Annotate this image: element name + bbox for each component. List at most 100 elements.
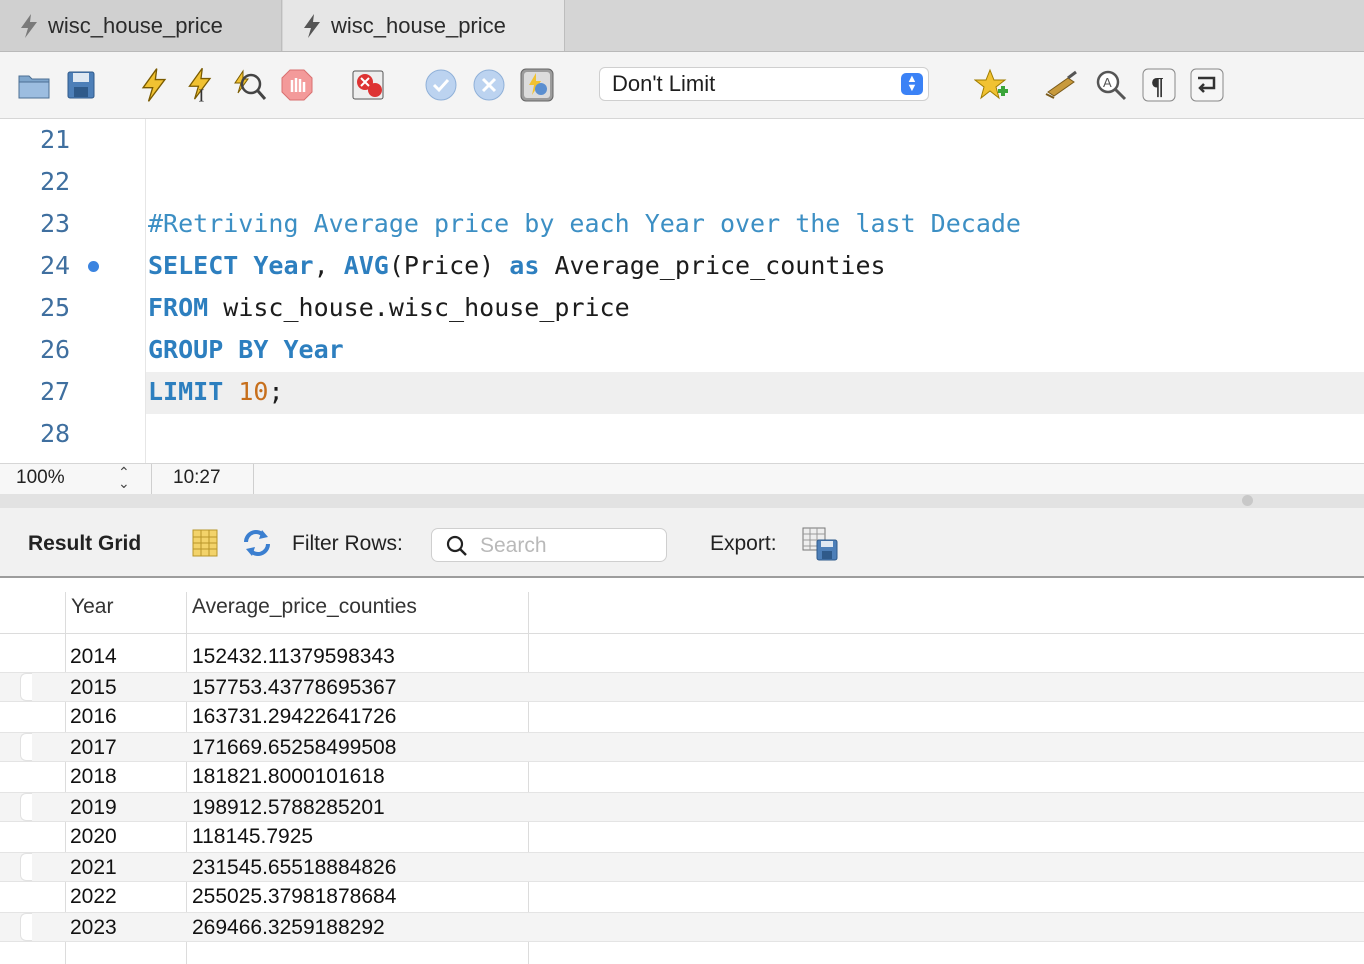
search-icon xyxy=(446,535,467,556)
sql-editor[interactable]: 21 22 23 #Retriving Average price by eac… xyxy=(0,119,1364,463)
sql-keyword: Year xyxy=(283,335,344,364)
table-row[interactable]: 2015 157753.43778695367 xyxy=(0,672,1364,702)
execute-icon[interactable] xyxy=(135,66,173,104)
line-number: 23 xyxy=(40,209,71,238)
rollback-icon[interactable] xyxy=(470,66,508,104)
row-selector[interactable] xyxy=(20,913,32,941)
find-icon[interactable]: A xyxy=(1092,66,1130,104)
table-row[interactable]: 2020 118145.7925 xyxy=(0,822,1364,852)
sql-comment: #Retriving Average price by each Year ov… xyxy=(148,209,1021,238)
toggle-error-icon[interactable] xyxy=(350,66,388,104)
tab-bar: wisc_house_price wisc_house_price xyxy=(0,0,1364,52)
row-selector[interactable] xyxy=(20,853,32,881)
cell-year[interactable]: 2015 xyxy=(70,676,117,700)
editor-line: 28 xyxy=(0,413,1364,455)
sql-keyword: GROUP BY xyxy=(148,335,269,364)
svg-text:I: I xyxy=(198,86,204,103)
line-number: 22 xyxy=(40,167,71,196)
table-row[interactable]: 2019 198912.5788285201 xyxy=(0,792,1364,822)
sql-keyword: FROM xyxy=(148,293,209,322)
cell-year[interactable]: 2017 xyxy=(70,736,117,760)
commit-icon[interactable] xyxy=(422,66,460,104)
code-text: #Retriving Average price by each Year ov… xyxy=(148,203,1021,245)
zoom-level[interactable]: 100% xyxy=(16,467,65,489)
table-row[interactable]: 2021 231545.65518884826 xyxy=(0,852,1364,882)
cell-year[interactable]: 2021 xyxy=(70,856,117,880)
column-header-average-price[interactable]: Average_price_counties xyxy=(192,595,417,619)
save-icon[interactable] xyxy=(62,66,100,104)
cell-year[interactable]: 2023 xyxy=(70,916,117,940)
wrap-icon[interactable] xyxy=(1188,66,1226,104)
cell-year[interactable]: 2020 xyxy=(70,825,117,849)
sql-text: wisc_house.wisc_house_price xyxy=(208,293,630,322)
svg-text:A: A xyxy=(1103,75,1112,90)
column-header-year[interactable]: Year xyxy=(71,595,113,619)
sql-keyword: LIMIT xyxy=(148,377,224,406)
code-text: LIMIT 10; xyxy=(148,371,284,413)
cell-average-price[interactable]: 171669.65258499508 xyxy=(192,736,396,760)
search-input[interactable] xyxy=(478,533,662,559)
cell-average-price[interactable]: 255025.37981878684 xyxy=(192,885,396,909)
open-folder-icon[interactable] xyxy=(15,66,53,104)
tab-query-2[interactable]: wisc_house_price xyxy=(283,0,565,51)
tab-label: wisc_house_price xyxy=(331,12,506,38)
limit-rows-select[interactable]: Don't Limit ▲ ▼ xyxy=(599,67,929,101)
tab-query-1[interactable]: wisc_house_price xyxy=(0,0,282,51)
sql-keyword: SELECT xyxy=(148,251,239,280)
form-view-icon[interactable] xyxy=(191,528,219,563)
table-row[interactable]: 2016 163731.29422641726 xyxy=(0,702,1364,732)
code-text: FROM wisc_house.wisc_house_price xyxy=(148,287,630,329)
row-selector[interactable] xyxy=(20,793,32,821)
invisible-chars-icon[interactable]: ¶ xyxy=(1140,66,1178,104)
table-row[interactable]: 2023 269466.3259188292 xyxy=(0,912,1364,942)
cell-average-price[interactable]: 231545.65518884826 xyxy=(192,856,396,880)
export-label: Export: xyxy=(710,532,777,555)
cell-average-price[interactable]: 163731.29422641726 xyxy=(192,705,396,729)
result-grid[interactable]: Year Average_price_counties 2014 152432.… xyxy=(0,578,1364,964)
stop-icon[interactable] xyxy=(278,66,316,104)
cell-year[interactable]: 2022 xyxy=(70,885,117,909)
filter-rows-label: Filter Rows: xyxy=(292,532,403,555)
sql-keyword: as xyxy=(509,251,540,280)
cell-average-price[interactable]: 118145.7925 xyxy=(192,825,313,849)
table-row[interactable]: 2022 255025.37981878684 xyxy=(0,882,1364,912)
cell-average-price[interactable]: 198912.5788285201 xyxy=(192,796,385,820)
cell-average-price[interactable]: 157753.43778695367 xyxy=(192,676,396,700)
sql-text: ; xyxy=(268,377,284,406)
execute-current-icon[interactable]: I xyxy=(182,66,220,104)
divider xyxy=(253,464,254,494)
explain-icon[interactable] xyxy=(230,66,268,104)
filter-search-box[interactable] xyxy=(431,528,667,562)
pane-splitter[interactable] xyxy=(0,494,1364,508)
autocommit-icon[interactable] xyxy=(518,66,556,104)
cell-year[interactable]: 2016 xyxy=(70,705,117,729)
export-icon[interactable] xyxy=(801,526,839,567)
row-selector[interactable] xyxy=(20,733,32,761)
tab-label: wisc_house_price xyxy=(48,12,223,38)
splitter-handle[interactable] xyxy=(1242,495,1253,506)
editor-line: 24 SELECT Year, AVG(Price) as Average_pr… xyxy=(0,245,1364,287)
sql-toolbar: I Don't Limit ▲ ▼ A ¶ xyxy=(0,52,1364,119)
editor-status-bar: 100% ⌃ ⌄ 10:27 xyxy=(0,463,1364,495)
cell-average-price[interactable]: 152432.11379598343 xyxy=(192,645,395,669)
result-grid-title[interactable]: Result Grid xyxy=(28,532,141,556)
cell-year[interactable]: 2018 xyxy=(70,765,117,789)
beautify-icon[interactable] xyxy=(1043,66,1081,104)
lightning-icon xyxy=(304,13,320,38)
table-row[interactable]: 2014 152432.11379598343 xyxy=(0,642,1364,672)
table-row[interactable]: 2018 181821.8000101618 xyxy=(0,762,1364,792)
svg-text:¶: ¶ xyxy=(1151,74,1164,100)
cell-average-price[interactable]: 181821.8000101618 xyxy=(192,765,385,789)
bookmark-icon[interactable] xyxy=(973,66,1011,104)
editor-line: 22 xyxy=(0,161,1364,203)
row-selector[interactable] xyxy=(20,673,32,701)
cell-year[interactable]: 2019 xyxy=(70,796,117,820)
zoom-stepper-icon[interactable]: ⌃ ⌄ xyxy=(118,465,130,490)
result-toolbar: Result Grid Filter Rows: Export: xyxy=(0,508,1364,578)
table-row[interactable]: 2017 171669.65258499508 xyxy=(0,732,1364,762)
cell-year[interactable]: 2014 xyxy=(70,645,117,669)
line-number: 28 xyxy=(40,419,71,448)
refresh-icon[interactable] xyxy=(240,528,274,563)
cell-average-price[interactable]: 269466.3259188292 xyxy=(192,916,385,940)
